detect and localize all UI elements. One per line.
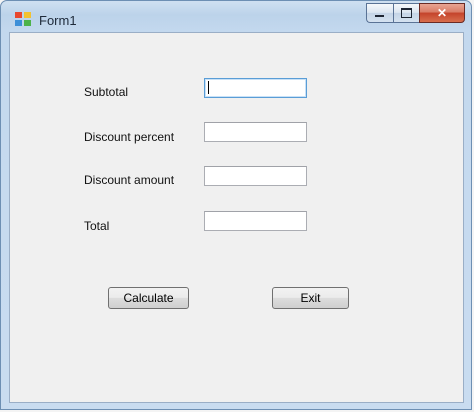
discount-amount-field[interactable] [204, 166, 307, 186]
text-caret [208, 81, 209, 94]
maximize-icon [401, 8, 412, 18]
calculate-button[interactable]: Calculate [108, 287, 189, 309]
subtotal-label: Subtotal [84, 85, 129, 99]
discount-percent-label: Discount percent [84, 130, 175, 144]
total-field[interactable] [204, 211, 307, 231]
discount-amount-label: Discount amount [84, 173, 175, 187]
minimize-button[interactable] [366, 3, 393, 23]
close-button[interactable]: ✕ [419, 3, 465, 23]
maximize-button[interactable] [393, 3, 419, 23]
app-icon [15, 12, 31, 26]
form1-window: Form1 ✕ Subtotal Discount percent Discou… [0, 0, 472, 410]
total-label: Total [84, 219, 110, 233]
exit-button[interactable]: Exit [272, 287, 349, 309]
discount-percent-field[interactable] [204, 122, 307, 142]
window-controls: ✕ [366, 3, 465, 23]
subtotal-field[interactable] [204, 78, 307, 98]
window-title: Form1 [39, 13, 77, 28]
subtotal-field-wrap [204, 78, 307, 98]
minimize-icon [375, 15, 384, 17]
close-icon: ✕ [436, 6, 448, 20]
title-bar[interactable]: Form1 ✕ [1, 1, 471, 33]
form-client-area: Subtotal Discount percent Discount amoun… [9, 32, 464, 403]
